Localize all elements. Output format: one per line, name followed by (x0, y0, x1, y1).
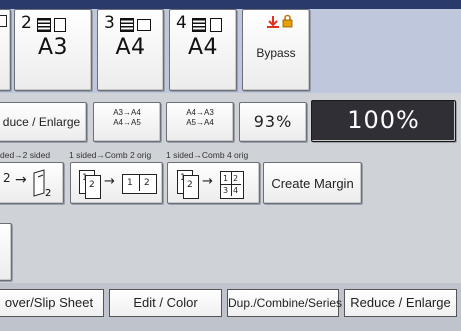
tab-label: over/Slip Sheet (4, 295, 94, 310)
tray-stack-icon (37, 18, 51, 32)
arrow-icon: → (202, 174, 213, 189)
tray-paper-size: A4 (115, 35, 146, 60)
arrow-icon: → (15, 172, 27, 188)
caption-2-sided: ded→2 sided (0, 150, 51, 160)
tab-dup-combine-series[interactable]: Dup./Combine/Series (227, 289, 343, 317)
arrow-icon: → (104, 174, 115, 189)
tray-stack-icon (120, 18, 134, 32)
page-2-sided-icon: 2 (3, 171, 11, 185)
ratio-text: A3→A4 A4→A5 (94, 108, 160, 128)
tray-4-button[interactable]: 4 A4 (169, 9, 237, 91)
ratio-a3-a4-button[interactable]: A3→A4 A4→A5 (93, 102, 161, 142)
svg-text:2: 2 (45, 188, 51, 199)
tab-edit-color[interactable]: Edit / Color (109, 289, 222, 317)
bypass-label: Bypass (256, 46, 296, 60)
reduce-enlarge-label: duce / Enlarge (2, 115, 81, 129)
paper-icon (137, 19, 151, 31)
caption-comb-4: 1 sided→Comb 4 orig (166, 150, 249, 160)
create-margin-button[interactable]: Create Margin (263, 162, 362, 204)
caption-comb-2: 1 sided→Comb 2 orig (69, 150, 152, 160)
tray-paper-size: A4 (187, 35, 219, 60)
tray-number: 3 (104, 13, 115, 33)
tray-2-button[interactable]: 2 A3 (14, 9, 92, 91)
tab-cover-slip-sheet[interactable]: over/Slip Sheet (0, 289, 104, 317)
reduce-enlarge-button[interactable]: duce / Enlarge (0, 102, 87, 142)
tab-reduce-enlarge[interactable]: Reduce / Enlarge (344, 289, 457, 317)
tray-partial-button[interactable] (0, 9, 11, 91)
combined-page-icon: 1 2 (122, 174, 157, 194)
duplex-2-sided-button[interactable]: 2 → 2 (0, 162, 64, 204)
ratio-100-label: 100% (347, 106, 420, 134)
partial-left-button[interactable] (0, 223, 12, 281)
top-status-bar (0, 0, 461, 9)
ratio-line-2: A5→A4 (186, 118, 214, 127)
tray-number: 4 (176, 13, 187, 33)
combine-4-originals-button[interactable]: 1 2 → 1 2 3 4 (167, 162, 260, 204)
ratio-93-label: 93% (253, 112, 293, 131)
tray-icon (0, 15, 7, 27)
duplex-page-icon: 2 (33, 169, 51, 199)
tab-label: Dup./Combine/Series (228, 296, 343, 310)
ratio-93-button[interactable]: 93% (239, 102, 307, 142)
combine-2-originals-button[interactable]: 1 2 → 1 2 (70, 162, 163, 204)
tray-paper-size: A3 (37, 35, 69, 60)
tab-label: Reduce / Enlarge (350, 295, 451, 310)
tray-3-button[interactable]: 3 A4 (97, 9, 164, 91)
paper-icon (210, 18, 222, 32)
ratio-line-1: A3→A4 (113, 108, 141, 117)
original-2-icon: 2 (183, 175, 199, 199)
create-margin-label: Create Margin (271, 176, 354, 191)
paper-icon (54, 18, 66, 32)
ratio-100-button[interactable]: 100% (311, 100, 456, 142)
lock-icon (282, 14, 293, 28)
bypass-tray-button[interactable]: Bypass (242, 9, 310, 91)
ratio-line-2: A4→A5 (113, 118, 141, 127)
combined-4up-page-icon: 1 2 3 4 (220, 171, 244, 199)
ratio-line-1: A4→A3 (186, 108, 214, 117)
tray-stack-icon (192, 18, 206, 32)
ratio-a4-a3-button[interactable]: A4→A3 A5→A4 (166, 102, 234, 142)
tray-number: 2 (21, 13, 32, 33)
ratio-text: A4→A3 A5→A4 (167, 108, 233, 128)
original-2-icon: 2 (85, 175, 101, 199)
bypass-arrow-icon (267, 16, 279, 28)
tab-label: Edit / Color (133, 295, 198, 310)
